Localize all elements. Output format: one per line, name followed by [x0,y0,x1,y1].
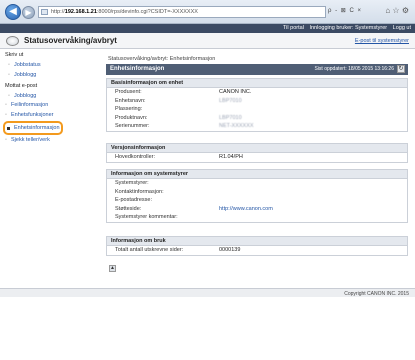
info-row: Støtteside: http://www.canon.com [107,205,407,214]
back-button[interactable]: ◀ [5,4,21,20]
page-header: Enhetsinformasjon Sist oppdatert: 18/05 … [106,64,408,75]
sidebar-item-email-job-log[interactable]: Jobblogg [8,93,36,99]
back-to-top-button[interactable]: ▲ [109,265,116,272]
row-value: NET-XXXXXX [219,123,254,129]
row-label: E-postadresse: [115,197,152,203]
section-version-info: Versjonsinformasjon Hovedkontroller: R1.0… [106,143,408,163]
info-row: Hovedkontroller: R1.04/PH [107,153,407,162]
sidebar-item-job-status[interactable]: Jobbstatus [8,62,41,68]
info-row: E-postadresse: [107,196,407,205]
row-value: LBP7010 [219,114,242,121]
sidebar-item-error-info[interactable]: Feilinformasjon [5,102,48,108]
row-value: LBP7010 [219,97,242,104]
portal-link[interactable]: Til portal [283,25,304,31]
title-bar: Statusovervåking/avbryt E-post til syste… [0,33,415,49]
sidebar-group-print: Skriv ut [5,52,24,58]
page-app-title: Statusovervåking/avbryt [24,36,117,45]
info-row: Produktnavn: LBP7010 [107,114,407,123]
row-value: CANON INC. [219,89,252,95]
breadcrumb: Statusovervåking/avbryt: Enhetsinformasj… [108,56,216,62]
section-basic-info: Basisinformasjon om enhet Produsent: CANO… [106,78,408,132]
info-row: Enhetsnavn: LBP7010 [107,97,407,106]
section-header: Informasjon om bruk [107,237,407,246]
top-bar: Til portal Innlogging bruker: Systemstyr… [0,24,415,33]
forward-button[interactable]: ▶ [22,6,35,19]
sidebar-item-device-info-label: Enhetsinformasjon [14,125,60,131]
info-row: Kontaktinformasjon: [107,188,407,197]
page-title: Enhetsinformasjon [110,66,165,72]
info-row: Systemstyrer kommentar: [107,213,407,222]
sidebar-item-check-counter[interactable]: Sjekk teller/verk [5,137,50,143]
last-updated-text: Sist oppdatert: 18/05 2015 13:16:26 [314,66,394,72]
row-label: Kontaktinformasjon: [115,188,164,195]
row-label: Hovedkontroller: [115,154,156,160]
address-host: 192.168.1.21 [64,9,97,15]
browser-tools-icons[interactable]: ⌂ ☆ ⚙ [385,6,409,15]
row-label: Serienummer: [115,123,150,129]
page-icon [41,9,48,15]
section-usage-info: Informasjon om bruk Totalt antall utskre… [106,236,408,256]
sidebar-item-device-info[interactable]: Enhetsinformasjon [3,121,63,135]
info-row: Systemstyrer: [107,179,407,188]
row-value: 0000139 [219,247,241,253]
refresh-icon[interactable]: ↻ [397,65,405,73]
row-label: Systemstyrer kommentar: [115,214,178,220]
row-label: Plassering: [115,106,143,112]
address-path: :8000/rps/devinfo.cgi?CSIDT=-XXXXXXX [96,9,198,15]
row-label: Produsent: [115,89,142,95]
section-header: Basisinformasjon om enhet [107,79,407,88]
logout-link[interactable]: Logg ut [393,25,411,31]
support-site-link[interactable]: http://www.canon.com [219,206,273,212]
row-label: Systemstyrer: [115,180,149,186]
browser-toolbar: ◀ ▶ http://192.168.1.21:8000/rps/devinfo… [0,0,415,24]
info-row: Serienummer: NET-XXXXXX [107,122,407,131]
footer: Copyright CANON INC. 2015 [0,288,415,297]
row-label: Produktnavn: [115,114,148,121]
sidebar-item-consumables[interactable]: Enhetsfunksjoner [5,112,53,118]
sidebar-item-job-log[interactable]: Jobblogg [8,72,36,78]
sidebar-group-email: Mottat e-post [5,83,38,89]
address-actions[interactable]: ρ - ⊠ C × [328,7,362,14]
section-admin-info: Informasjon om systemstyrer Systemstyrer… [106,169,408,223]
row-value: R1.04/PH [219,154,243,160]
info-row: Totalt antall utskrevne sider: 0000139 [107,246,407,255]
mail-admin-link[interactable]: E-post til systemstyrer [355,38,409,44]
row-label: Totalt antall utskrevne sider: [115,247,184,253]
row-label: Enhetsnavn: [115,97,146,104]
info-row: Produsent: CANON INC. [107,88,407,97]
section-header: Versjonsinformasjon [107,144,407,153]
copyright-text: Copyright CANON INC. 2015 [344,291,409,297]
login-user-text: Innlogging bruker: Systemstyrer [309,25,388,31]
sidebar: Skriv ut Jobbstatus Jobblogg Mottat e-po… [0,50,100,288]
section-header: Informasjon om systemstyrer [107,170,407,179]
info-row: Plassering: [107,105,407,114]
address-bar[interactable]: http://192.168.1.21:8000/rps/devinfo.cgi… [38,6,326,18]
row-label: Støtteside: [115,205,142,212]
status-monitor-icon [6,36,19,46]
